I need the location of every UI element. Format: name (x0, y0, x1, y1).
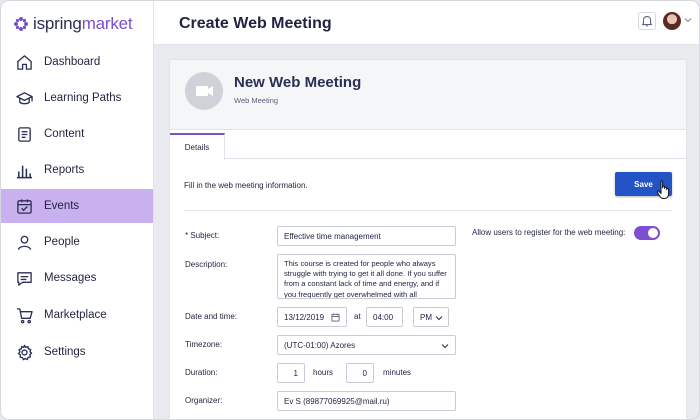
sidebar-item-label: Dashboard (44, 56, 101, 68)
sidebar-item-events[interactable]: Events (1, 189, 153, 223)
hours-field[interactable]: 1 (277, 363, 305, 383)
datetime-label: Date and time: (185, 312, 238, 321)
ampm-select[interactable]: PM (413, 307, 449, 327)
sidebar-item-dashboard[interactable]: Dashboard (1, 45, 153, 79)
sidebar-item-label: Events (44, 200, 80, 212)
chevron-down-icon (441, 344, 449, 349)
organizer-label: Organizer: (185, 396, 223, 405)
divider (184, 210, 672, 211)
sidebar-item-label: Messages (44, 272, 97, 284)
description-label: Description: (185, 260, 228, 269)
sidebar-item-label: Marketplace (44, 309, 107, 321)
brand-name-market: market (81, 14, 133, 33)
sidebar-item-settings[interactable]: Settings (1, 335, 153, 369)
tab-bar: Details (170, 133, 686, 160)
organizer-field[interactable]: Ev S (89877069925@mail.ru) (277, 391, 456, 411)
sidebar-item-people[interactable]: People (1, 225, 153, 259)
sidebar-item-label: Settings (44, 346, 86, 358)
graduation-cap-icon (16, 92, 33, 105)
timezone-label: Timezone: (185, 340, 223, 349)
meeting-avatar (185, 72, 223, 110)
top-bar: Create Web Meeting (154, 1, 699, 45)
hand-cursor-icon (656, 180, 670, 199)
app-window: ispring market Dashboard Learning Paths … (0, 0, 700, 420)
cart-icon (16, 308, 33, 324)
ispring-flower-icon (14, 17, 28, 31)
brand-name: ispring (33, 14, 82, 33)
bar-chart-icon (16, 165, 33, 179)
sidebar-item-messages[interactable]: Messages (1, 261, 153, 295)
minutes-label: minutes (383, 368, 412, 377)
subject-field[interactable]: Effective time management (277, 226, 456, 246)
sidebar-item-label: People (44, 236, 80, 248)
bell-icon (642, 16, 652, 27)
person-icon (17, 235, 32, 250)
gear-icon (17, 344, 33, 361)
meeting-header: New Web Meeting Web Meeting (170, 60, 686, 130)
sidebar-item-label: Learning Paths (44, 92, 122, 104)
chevron-down-icon (435, 316, 443, 321)
sidebar-item-marketplace[interactable]: Marketplace (1, 298, 153, 332)
ampm-value: PM (420, 312, 432, 322)
date-field[interactable]: 13/12/2019 (277, 307, 347, 327)
meeting-subtitle: Web Meeting (234, 96, 279, 105)
timezone-value: (UTC-01:00) Azores (284, 340, 356, 350)
meeting-title: New Web Meeting (234, 74, 362, 91)
sidebar-item-label: Content (44, 128, 85, 140)
timezone-select[interactable]: (UTC-01:00) Azores (277, 335, 456, 355)
home-icon (17, 55, 32, 70)
sidebar-item-label: Reports (44, 164, 85, 176)
sidebar-item-reports[interactable]: Reports (1, 153, 153, 187)
date-value: 13/12/2019 (284, 312, 325, 322)
subject-label: * Subject: (185, 231, 220, 240)
duration-label: Duration: (185, 368, 218, 377)
notifications-button[interactable] (638, 12, 656, 30)
avatar[interactable] (663, 12, 681, 30)
register-label: Allow users to register for the web meet… (472, 228, 626, 237)
chevron-down-icon[interactable] (684, 16, 692, 24)
calendar-icon (17, 199, 32, 214)
calendar-picker-icon[interactable] (331, 313, 340, 322)
message-icon (17, 272, 32, 286)
hours-label: hours (313, 368, 334, 377)
register-toggle[interactable] (634, 226, 660, 240)
tab-details[interactable]: Details (170, 133, 225, 160)
sidebar: ispring market Dashboard Learning Paths … (1, 1, 154, 419)
description-textarea[interactable]: This course is created for people who al… (277, 254, 456, 299)
document-icon (18, 127, 31, 142)
at-label: at (354, 312, 361, 321)
time-field[interactable]: 04:00 (366, 307, 403, 327)
toggle-knob (648, 228, 658, 238)
meeting-card: New Web Meeting Web Meeting Details Fill… (169, 59, 687, 419)
page-title: Create Web Meeting (179, 15, 332, 32)
minutes-field[interactable]: 0 (346, 363, 374, 383)
sidebar-item-content[interactable]: Content (1, 117, 153, 151)
sidebar-item-learning-paths[interactable]: Learning Paths (1, 81, 153, 115)
form-hint: Fill in the web meeting information. (184, 181, 308, 190)
video-camera-icon (196, 86, 213, 96)
logo[interactable]: ispring market (13, 13, 133, 35)
